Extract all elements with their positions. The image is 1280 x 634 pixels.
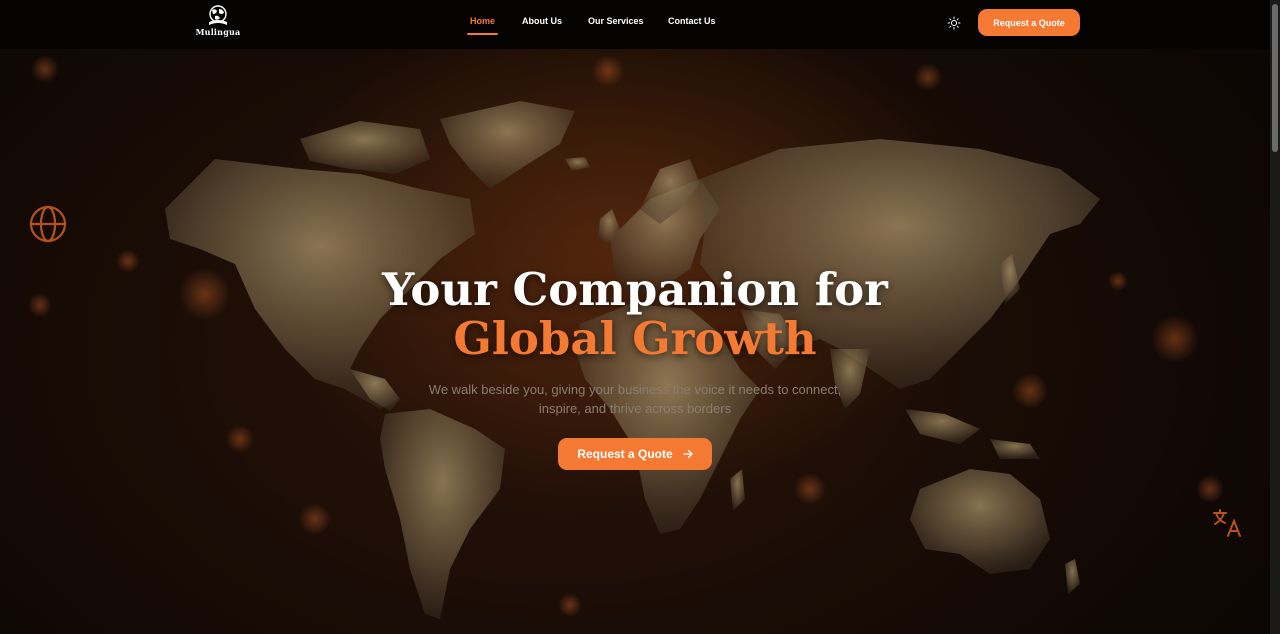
hero-cta-label: Request a Quote bbox=[577, 447, 673, 461]
active-nav-indicator bbox=[467, 33, 498, 35]
brand-name: Mulingua bbox=[195, 27, 241, 37]
page-scrollbar[interactable] bbox=[1270, 0, 1280, 634]
hero-title-highlight: Global Growth bbox=[453, 312, 817, 365]
nav-about-us[interactable]: About Us bbox=[522, 16, 562, 26]
request-quote-nav-button[interactable]: Request a Quote bbox=[978, 9, 1080, 36]
sun-icon bbox=[947, 16, 961, 30]
globe-book-logo-icon bbox=[209, 5, 227, 25]
nav-home[interactable]: Home bbox=[470, 16, 495, 26]
nav-contact-us[interactable]: Contact Us bbox=[668, 16, 716, 26]
brand-logo[interactable]: Mulingua bbox=[196, 4, 240, 42]
hero-section: Your Companion for Global Growth We walk… bbox=[0, 49, 1270, 634]
hero-content: Your Companion for Global Growth We walk… bbox=[0, 49, 1270, 634]
hero-title-line1: Your Companion for bbox=[382, 263, 888, 316]
theme-toggle[interactable] bbox=[947, 16, 961, 30]
top-navbar: Mulingua Home About Us Our Services Cont… bbox=[0, 0, 1270, 49]
request-quote-hero-button[interactable]: Request a Quote bbox=[558, 438, 712, 470]
arrow-right-icon bbox=[683, 449, 693, 459]
hero-subtitle-line1: We walk beside you, giving your business… bbox=[428, 382, 842, 397]
hero-subtitle: We walk beside you, giving your business… bbox=[0, 380, 1270, 418]
scrollbar-thumb[interactable] bbox=[1272, 4, 1278, 152]
hero-subtitle-line2: inspire, and thrive across borders bbox=[538, 401, 732, 416]
nav-our-services[interactable]: Our Services bbox=[588, 16, 644, 26]
